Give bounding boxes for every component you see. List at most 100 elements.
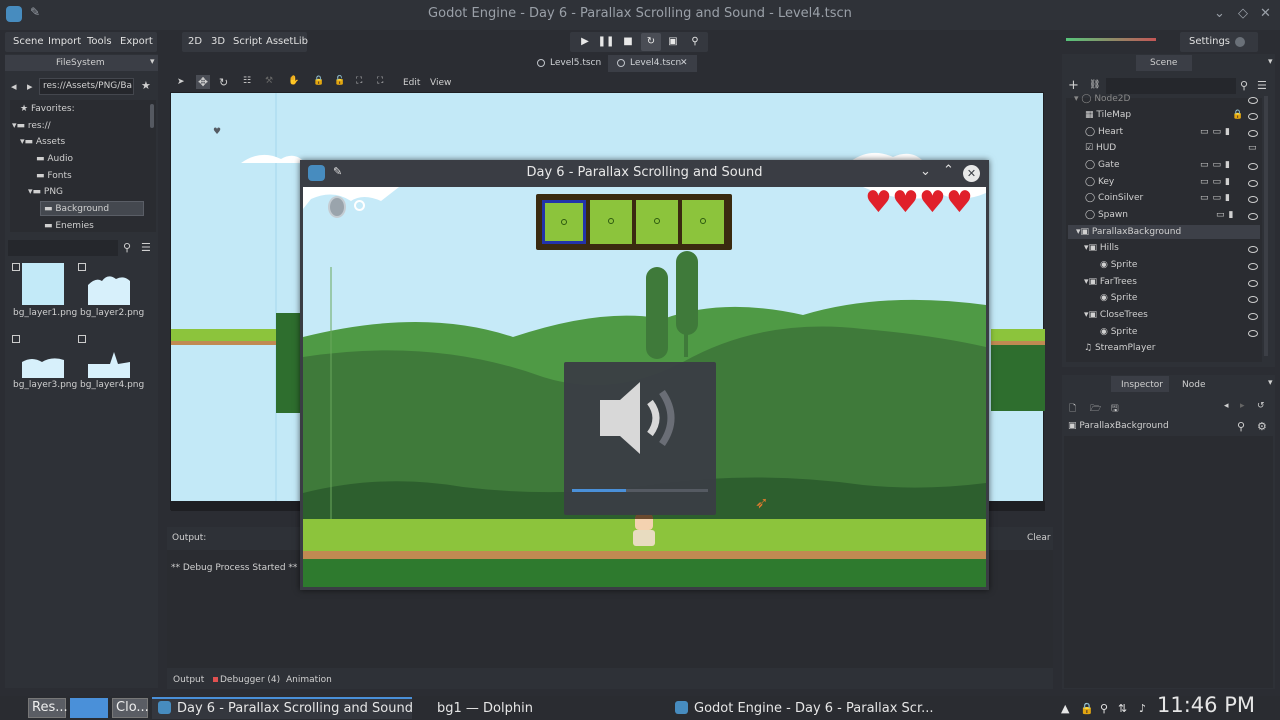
bone-tool-icon[interactable]: ⚒: [265, 76, 273, 86]
node-tools-icons[interactable]: ▭▭▮: [1200, 177, 1234, 187]
taskbar-godot-editor[interactable]: Godot Engine - Day 6 - Parallax Scr...: [675, 699, 934, 718]
thumb-bg-layer4[interactable]: [88, 340, 130, 378]
lock-icon[interactable]: 🔒: [1232, 110, 1243, 120]
tray-lock-icon[interactable]: 🔒: [1080, 699, 1094, 718]
clock[interactable]: 11:46 PM: [1157, 695, 1255, 716]
visibility-eye-icon[interactable]: [1248, 246, 1258, 253]
visibility-eye-icon[interactable]: [1248, 213, 1258, 220]
replay-icon[interactable]: ↻: [641, 33, 661, 51]
tray-expand-icon[interactable]: ▲: [1061, 699, 1069, 718]
tree-scrollbar[interactable]: [150, 104, 154, 128]
settings-button[interactable]: Settings: [1189, 36, 1230, 47]
tree-res[interactable]: ▾▬ res://: [12, 121, 51, 131]
file-search-input[interactable]: [8, 240, 118, 256]
tree-background[interactable]: ▬ Background: [44, 204, 109, 214]
scene-list-icon[interactable]: ☰: [1257, 79, 1267, 92]
node-tilemap[interactable]: ▦ TileMap: [1085, 110, 1131, 120]
workspace-3d[interactable]: 3D: [211, 36, 225, 47]
rotate-tool-icon[interactable]: ↻: [219, 76, 228, 89]
visibility-eye-icon[interactable]: [1248, 313, 1258, 320]
taskbar-blank[interactable]: [70, 698, 108, 718]
tree-favorites[interactable]: ★ Favorites:: [20, 104, 75, 114]
filesystem-tab[interactable]: FileSystem: [56, 58, 105, 68]
search-icon[interactable]: ⚲: [123, 241, 131, 254]
search-icon[interactable]: ⚲: [1240, 79, 1248, 92]
game-window[interactable]: ✎ Day 6 - Parallax Scrolling and Sound ⌄…: [300, 160, 989, 590]
ungroup-icon[interactable]: ⛶: [377, 76, 383, 86]
menu-scene[interactable]: Scene: [13, 36, 44, 47]
visibility-eye-icon[interactable]: [1248, 280, 1258, 287]
maximize-icon[interactable]: ◇: [1238, 6, 1248, 21]
select-tool-icon[interactable]: ➤: [177, 77, 185, 87]
save-icon[interactable]: 🖫: [1111, 401, 1119, 417]
bottom-tab-animation[interactable]: Animation: [286, 675, 332, 685]
tab-level4[interactable]: Level4.tscn ✕: [608, 55, 697, 72]
open-folder-icon[interactable]: 🗁: [1090, 401, 1101, 417]
panel-menu-icon[interactable]: ▾: [150, 57, 155, 67]
node-hud[interactable]: ☑ HUD: [1085, 143, 1116, 153]
workspace-assetlib[interactable]: AssetLib: [266, 36, 308, 47]
node-gate[interactable]: ◯ Gate: [1085, 160, 1120, 170]
panel-menu-icon[interactable]: ▾: [1268, 57, 1273, 67]
tree-enemies[interactable]: ▬ Enemies: [44, 221, 94, 231]
node-streamplayer[interactable]: ♫ StreamPlayer: [1084, 343, 1156, 353]
thumb-bg-layer3[interactable]: [22, 340, 64, 378]
hud-toggle-icon[interactable]: ▭: [1248, 143, 1257, 153]
new-resource-icon[interactable]: 🗋: [1069, 401, 1076, 417]
visibility-eye-icon[interactable]: [1248, 130, 1258, 137]
list-view-icon[interactable]: ☰: [141, 241, 151, 254]
back-icon[interactable]: ◂: [11, 80, 17, 93]
close-icon[interactable]: ✕: [1260, 6, 1271, 21]
tray-network-icon[interactable]: ⇅: [1118, 699, 1127, 718]
play-icon[interactable]: ▶: [575, 33, 595, 51]
list-tool-icon[interactable]: ☷: [243, 76, 251, 86]
thumb-bg-layer1[interactable]: [22, 263, 64, 305]
thumb-bg-layer2[interactable]: [88, 263, 130, 305]
node-tools-icons[interactable]: ▭▭▮: [1200, 127, 1234, 137]
play-custom-icon[interactable]: ⚲: [685, 33, 705, 51]
close-icon[interactable]: ✕: [963, 165, 980, 182]
maximize-icon[interactable]: ⌃: [943, 163, 954, 178]
node-parallaxbackground[interactable]: ▾▣ ParallaxBackground: [1076, 227, 1181, 237]
scene-tab[interactable]: Scene: [1150, 58, 1177, 68]
history-forward-icon[interactable]: ▸: [1240, 401, 1245, 411]
history-icon[interactable]: ↺: [1257, 401, 1265, 411]
play-scene-icon[interactable]: ▣: [663, 33, 683, 51]
history-back-icon[interactable]: ◂: [1224, 401, 1229, 411]
move-tool-icon[interactable]: ✥: [196, 75, 211, 89]
tree-fonts[interactable]: ▬ Fonts: [36, 171, 72, 181]
node-coinsilver[interactable]: ◯ CoinSilver: [1085, 193, 1143, 203]
visibility-eye-icon[interactable]: [1248, 196, 1258, 203]
favorite-star-icon[interactable]: ★: [141, 79, 151, 92]
link-icon[interactable]: ⛓: [1089, 80, 1100, 90]
taskbar-res[interactable]: Res...: [28, 698, 68, 718]
tree-png[interactable]: ▾▬ PNG: [28, 187, 63, 197]
visibility-eye-icon[interactable]: [1248, 180, 1258, 187]
gear-icon[interactable]: ⚙: [1257, 420, 1267, 433]
pan-tool-icon[interactable]: ✋: [288, 76, 299, 86]
bottom-tab-output[interactable]: Output: [173, 675, 204, 685]
node-sprite-hills[interactable]: ◉ Sprite: [1100, 260, 1137, 270]
node-sprite-fartrees[interactable]: ◉ Sprite: [1100, 293, 1137, 303]
visibility-eye-icon[interactable]: [1248, 263, 1258, 270]
unlock-icon[interactable]: 🔓: [334, 76, 345, 86]
tray-attachment-icon[interactable]: ⚲: [1100, 699, 1108, 718]
taskbar-clo[interactable]: Clo...: [112, 698, 149, 718]
visibility-eye-icon[interactable]: [1248, 296, 1258, 303]
node-filter-input[interactable]: [1106, 78, 1236, 94]
pause-icon[interactable]: ❚❚: [596, 33, 616, 51]
panel-menu-icon[interactable]: ▾: [1268, 378, 1273, 388]
taskbar-dolphin[interactable]: bg1 — Dolphin: [437, 699, 533, 718]
visibility-eye-icon[interactable]: [1248, 330, 1258, 337]
group-icon[interactable]: ⛶: [356, 76, 362, 86]
node-heart[interactable]: ◯ Heart: [1085, 127, 1123, 137]
node-key[interactable]: ◯ Key: [1085, 177, 1114, 187]
visibility-eye-icon[interactable]: [1248, 113, 1258, 120]
node-hills[interactable]: ▾▣ Hills: [1084, 243, 1119, 253]
forward-icon[interactable]: ▸: [27, 80, 33, 93]
workspace-2d[interactable]: 2D: [188, 36, 202, 47]
menu-tools[interactable]: Tools: [87, 36, 112, 47]
close-tab-icon[interactable]: ✕: [680, 55, 688, 72]
tray-volume-icon[interactable]: ♪: [1139, 699, 1146, 718]
tree-audio[interactable]: ▬ Audio: [36, 154, 73, 164]
